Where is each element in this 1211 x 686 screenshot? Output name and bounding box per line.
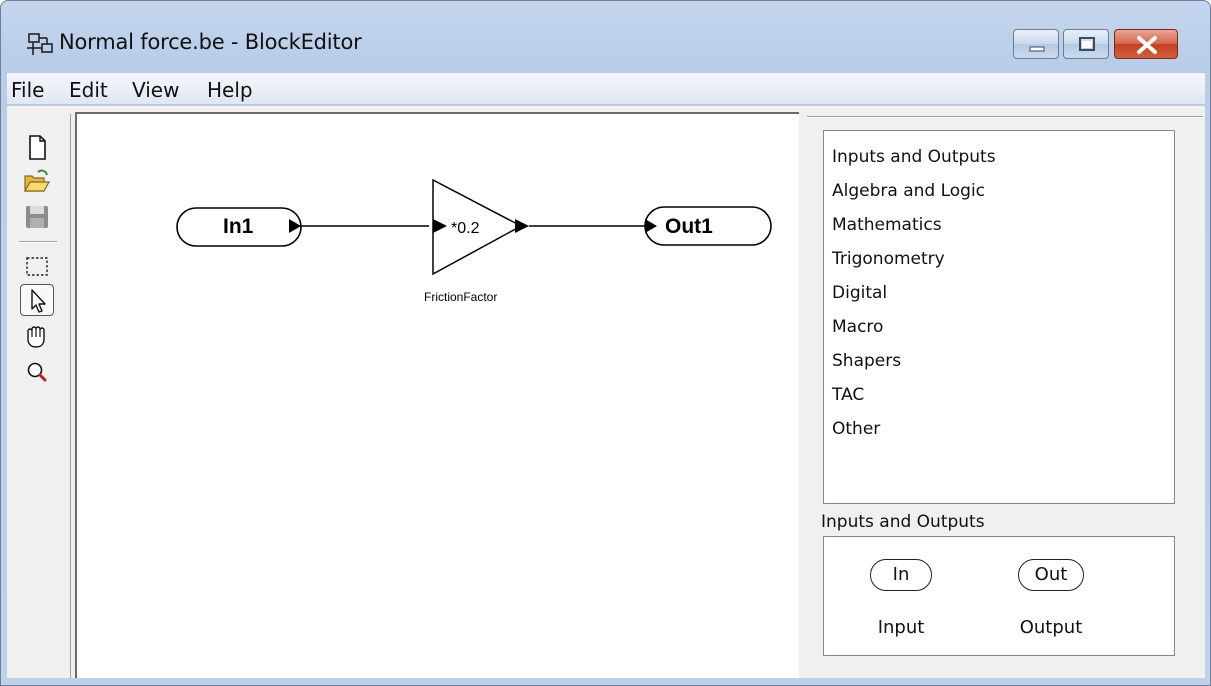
gain-block-caption: FrictionFactor <box>424 290 497 304</box>
pointer-icon <box>31 289 46 313</box>
toolbar-separator <box>19 241 57 243</box>
menu-file[interactable]: File <box>11 78 44 102</box>
diagram-canvas[interactable]: In1 *0.2 FrictionFactor Out1 <box>75 112 799 678</box>
save-button[interactable] <box>20 200 54 232</box>
category-item[interactable]: Macro <box>832 317 883 337</box>
save-icon <box>26 206 48 228</box>
zoom-button[interactable] <box>20 356 54 388</box>
category-item[interactable]: Inputs and Outputs <box>832 147 996 167</box>
maximize-icon <box>1079 37 1095 51</box>
close-button[interactable] <box>1114 29 1178 59</box>
menu-edit[interactable]: Edit <box>69 78 108 102</box>
output-block-label: Out1 <box>665 215 713 238</box>
diagram-svg: In1 *0.2 FrictionFactor Out1 <box>176 178 772 304</box>
palette-output-caption: Output <box>1019 617 1083 638</box>
new-file-icon <box>29 135 46 160</box>
app-window: Normal force.be - BlockEditor File Edit … <box>0 0 1211 686</box>
gain-block-frictionfactor[interactable]: *0.2 FrictionFactor <box>424 178 529 304</box>
category-item[interactable]: Trigonometry <box>832 249 945 269</box>
window-title: Normal force.be - BlockEditor <box>59 30 362 54</box>
palette-input-block[interactable]: In <box>870 559 932 591</box>
hand-pan-icon <box>27 326 45 348</box>
menu-help[interactable]: Help <box>207 78 253 102</box>
hand-pan-button[interactable] <box>20 320 54 352</box>
input-block-label: In1 <box>223 215 254 238</box>
input-block-in1[interactable]: In1 <box>176 207 302 247</box>
block-library-panel: Inputs and Outputs Algebra and Logic Mat… <box>805 106 1205 678</box>
category-list[interactable]: Inputs and Outputs Algebra and Logic Mat… <box>823 130 1175 504</box>
minimize-button[interactable] <box>1013 29 1059 59</box>
category-item[interactable]: Other <box>832 419 880 439</box>
rectangle-select-button[interactable] <box>20 250 54 282</box>
category-item[interactable]: Digital <box>832 283 887 303</box>
new-file-button[interactable] <box>20 132 54 164</box>
client-area: In1 *0.2 FrictionFactor Out1 Inputs and … <box>7 106 1205 678</box>
maximize-button[interactable] <box>1063 29 1109 59</box>
title-bar[interactable]: Normal force.be - BlockEditor <box>1 1 1210 71</box>
rectangle-select-icon <box>26 257 48 276</box>
panel-divider <box>807 116 1203 118</box>
palette-output-block[interactable]: Out <box>1018 559 1084 591</box>
close-icon <box>1137 36 1157 54</box>
category-item[interactable]: Mathematics <box>832 215 942 235</box>
minimize-icon <box>1029 46 1045 52</box>
category-item[interactable]: TAC <box>832 385 864 405</box>
open-file-button[interactable] <box>20 166 54 198</box>
pointer-tool-button[interactable] <box>20 284 54 316</box>
menu-bar: File Edit View Help <box>7 73 1205 105</box>
blockeditor-app-icon <box>27 33 53 55</box>
category-item[interactable]: Algebra and Logic <box>832 181 985 201</box>
category-item[interactable]: Shapers <box>832 351 901 371</box>
tool-palette <box>7 114 71 678</box>
palette-input-caption: Input <box>877 617 925 638</box>
gain-block-value: *0.2 <box>451 220 480 237</box>
block-palette: In Input Out Output <box>823 536 1175 656</box>
zoom-icon <box>27 362 47 382</box>
palette-section-label: Inputs and Outputs <box>821 512 985 532</box>
menu-view[interactable]: View <box>132 78 179 102</box>
open-folder-icon <box>23 169 51 192</box>
output-block-out1[interactable]: Out1 <box>644 206 772 246</box>
